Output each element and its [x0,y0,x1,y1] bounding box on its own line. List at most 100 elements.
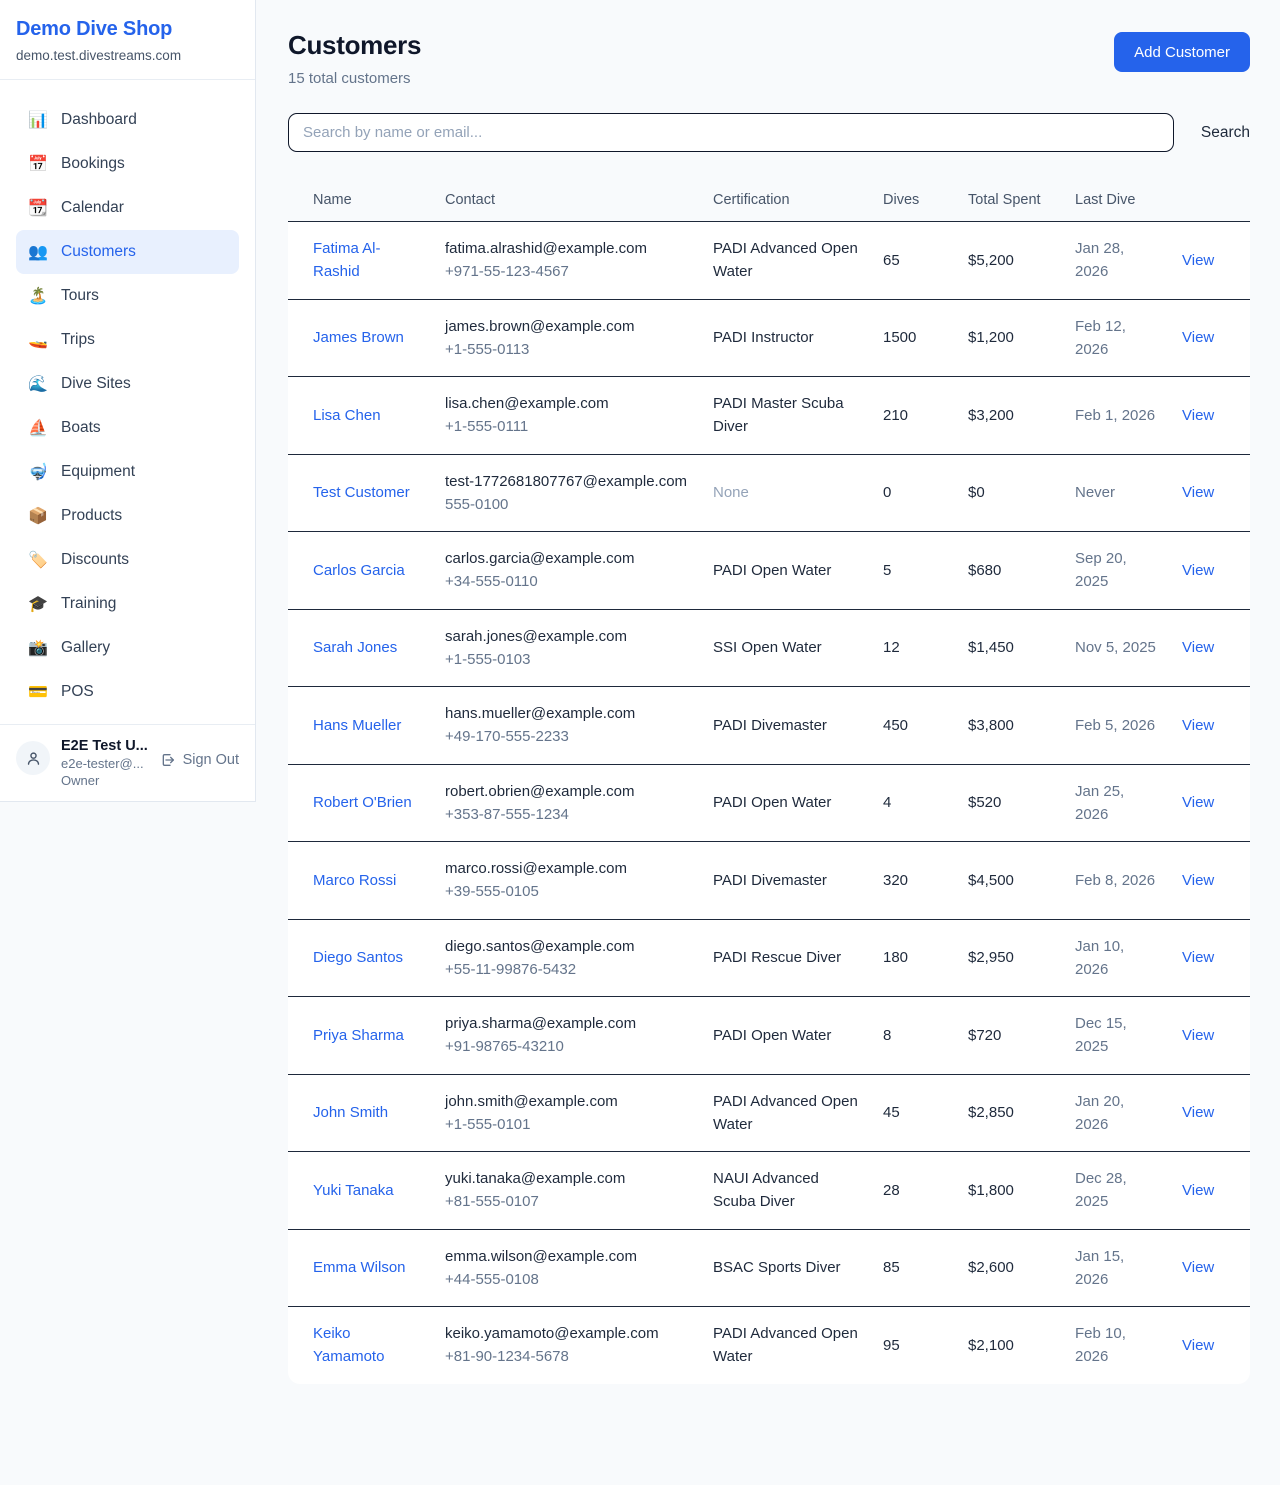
certification-cell: None [701,454,871,532]
contact-cell: robert.obrien@example.com+353-87-555-123… [433,764,701,842]
sidebar-item-calendar[interactable]: 📆Calendar [16,186,239,230]
customer-name-link[interactable]: Emma Wilson [313,1259,406,1276]
sidebar-item-label: Dashboard [61,111,137,129]
customers-table-card: NameContactCertificationDivesTotal Spent… [288,179,1250,1384]
customer-phone: +49-170-555-2233 [445,725,689,748]
view-customer-link[interactable]: View [1182,407,1214,424]
customer-name-link[interactable]: Priya Sharma [313,1027,404,1044]
action-cell: View [1170,454,1250,532]
customer-name-link[interactable]: John Smith [313,1104,388,1121]
contact-cell: emma.wilson@example.com+44-555-0108 [433,1229,701,1307]
customer-name-link[interactable]: Marco Rossi [313,872,396,889]
sign-out-label: Sign Out [183,752,239,768]
sidebar-item-customers[interactable]: 👥Customers [16,230,239,274]
dives-cell: 4 [871,764,956,842]
sidebar-item-tours[interactable]: 🏝️Tours [16,274,239,318]
certification-cell: PADI Open Water [701,532,871,610]
title-block: Customers 15 total customers [288,30,421,87]
customer-phone: +55-11-99876-5432 [445,958,689,981]
sidebar-item-boats[interactable]: ⛵Boats [16,406,239,450]
view-customer-link[interactable]: View [1182,717,1214,734]
add-customer-button[interactable]: Add Customer [1114,32,1250,72]
sidebar-item-dive-sites[interactable]: 🌊Dive Sites [16,362,239,406]
certification: SSI Open Water [713,639,822,656]
total-spent-cell: $1,200 [956,299,1063,377]
avatar [16,741,50,775]
customer-name-link[interactable]: Lisa Chen [313,407,381,424]
name-cell: Test Customer [288,454,433,532]
sidebar-item-training[interactable]: 🎓Training [16,582,239,626]
user-info: E2E Test U... e2e-tester@... Owner [61,738,149,788]
column-header: Last Dive [1063,179,1170,222]
column-header: Contact [433,179,701,222]
name-cell: Diego Santos [288,919,433,997]
total-spent-cell: $680 [956,532,1063,610]
view-customer-link[interactable]: View [1182,1104,1214,1121]
customer-name-link[interactable]: Robert O'Brien [313,794,412,811]
view-customer-link[interactable]: View [1182,484,1214,501]
view-customer-link[interactable]: View [1182,794,1214,811]
view-customer-link[interactable]: View [1182,1027,1214,1044]
customer-email: robert.obrien@example.com [445,780,689,803]
dives-cell: 5 [871,532,956,610]
name-cell: Robert O'Brien [288,764,433,842]
certification: BSAC Sports Diver [713,1259,841,1276]
customer-name-link[interactable]: Diego Santos [313,949,403,966]
certification: PADI Advanced Open Water [713,1325,858,1365]
name-cell: Yuki Tanaka [288,1152,433,1230]
sidebar: Demo Dive Shop demo.test.divestreams.com… [0,0,256,802]
sidebar-item-label: Boats [61,419,101,437]
sidebar-item-pos[interactable]: 💳POS [16,670,239,714]
last-dive: Feb 10, 2026 [1075,1325,1126,1365]
table-row: Fatima Al-Rashid fatima.alrashid@example.… [288,222,1250,300]
certification: PADI Open Water [713,1027,831,1044]
contact-cell: priya.sharma@example.com+91-98765-43210 [433,997,701,1075]
shop-title[interactable]: Demo Dive Shop [16,18,239,41]
customer-name-link[interactable]: Carlos Garcia [313,562,405,579]
search-button[interactable]: Search [1201,124,1250,142]
customer-name-link[interactable]: Hans Mueller [313,717,401,734]
sidebar-item-equipment[interactable]: 🤿Equipment [16,450,239,494]
view-customer-link[interactable]: View [1182,1337,1214,1354]
last-dive: Never [1075,484,1115,501]
last-dive-cell: Jan 20, 2026 [1063,1074,1170,1152]
dives-cell: 0 [871,454,956,532]
customer-name-link[interactable]: Test Customer [313,484,410,501]
sidebar-item-gallery[interactable]: 📸Gallery [16,626,239,670]
action-cell: View [1170,764,1250,842]
customer-name-link[interactable]: Sarah Jones [313,639,397,656]
contact-cell: sarah.jones@example.com+1-555-0103 [433,609,701,687]
sidebar-item-trips[interactable]: 🚤Trips [16,318,239,362]
view-customer-link[interactable]: View [1182,639,1214,656]
customer-name-link[interactable]: Fatima Al-Rashid [313,240,381,280]
sidebar-item-products[interactable]: 📦Products [16,494,239,538]
customer-email: keiko.yamamoto@example.com [445,1322,689,1345]
sidebar-item-bookings[interactable]: 📅Bookings [16,142,239,186]
customer-email: fatima.alrashid@example.com [445,237,689,260]
customer-name-link[interactable]: Yuki Tanaka [313,1182,394,1199]
certification-cell: PADI Open Water [701,764,871,842]
search-input[interactable] [288,113,1174,152]
table-row: Lisa Chenlisa.chen@example.com+1-555-011… [288,377,1250,455]
dives-cell: 45 [871,1074,956,1152]
table-row: Keiko Yamamoto keiko.yamamoto@example.com… [288,1307,1250,1384]
sign-out-button[interactable]: Sign Out [160,752,239,768]
customer-name-link[interactable]: James Brown [313,329,404,346]
customer-email: diego.santos@example.com [445,935,689,958]
wave-icon: 🌊 [28,374,48,394]
view-customer-link[interactable]: View [1182,329,1214,346]
view-customer-link[interactable]: View [1182,252,1214,269]
view-customer-link[interactable]: View [1182,1182,1214,1199]
view-customer-link[interactable]: View [1182,949,1214,966]
sidebar-item-dashboard[interactable]: 📊Dashboard [16,98,239,142]
total-spent-cell: $2,600 [956,1229,1063,1307]
certification: PADI Open Water [713,794,831,811]
sidebar-item-discounts[interactable]: 🏷️Discounts [16,538,239,582]
customer-name-link[interactable]: Keiko Yamamoto [313,1325,384,1365]
certification-cell: NAUI Advanced Scuba Diver [701,1152,871,1230]
view-customer-link[interactable]: View [1182,562,1214,579]
view-customer-link[interactable]: View [1182,1259,1214,1276]
view-customer-link[interactable]: View [1182,872,1214,889]
table-row: John Smithjohn.smith@example.com+1-555-0… [288,1074,1250,1152]
action-cell: View [1170,1152,1250,1230]
